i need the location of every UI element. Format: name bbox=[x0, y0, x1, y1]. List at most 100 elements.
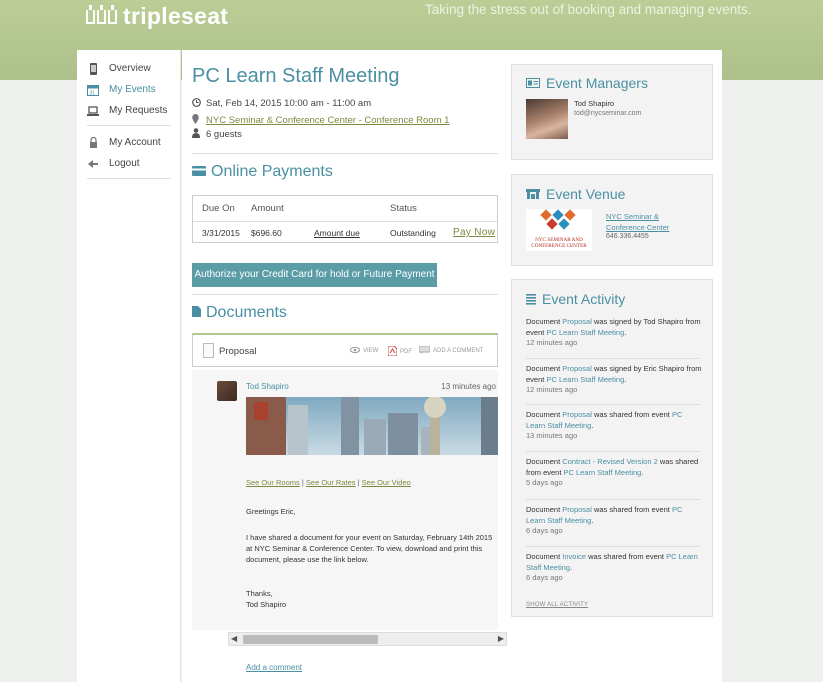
activity-document-link[interactable]: Proposal bbox=[562, 317, 592, 326]
activity-time: 13 minutes ago bbox=[526, 431, 578, 440]
activity-item: Document Proposal was signed by Eric Sha… bbox=[526, 364, 702, 396]
main-content: PC Learn Staff Meeting Sat, Feb 14, 2015… bbox=[182, 50, 510, 682]
manager-email[interactable]: tod@nycseminar.com bbox=[574, 110, 641, 117]
sidebar-item-my-requests[interactable]: My Requests bbox=[77, 100, 181, 121]
calendar-icon: 31 bbox=[87, 84, 99, 96]
brand-name: tripleseat bbox=[123, 3, 229, 29]
sidebar-item-overview[interactable]: Overview bbox=[77, 58, 181, 79]
activity-text-mid: was shared from event bbox=[591, 505, 672, 514]
see-our-video-link[interactable]: See Our Video bbox=[362, 478, 411, 487]
show-all-activity-link[interactable]: SHOW ALL ACTIVITY bbox=[526, 602, 588, 608]
activity-divider bbox=[526, 358, 700, 359]
document-row-proposal[interactable]: Proposal VIEW PDF ADD A COMMENT bbox=[192, 333, 498, 367]
activity-text-mid: was shared from event bbox=[586, 552, 667, 561]
event-venue-heading: Event Venue bbox=[526, 186, 625, 202]
card-title: Event Activity bbox=[542, 291, 626, 307]
right-column: Event Managers Tod Shapiro tod@nycsemina… bbox=[510, 50, 722, 682]
sidebar-item-my-account[interactable]: My Account bbox=[77, 132, 181, 153]
activity-event-link[interactable]: PC Learn Staff Meeting bbox=[546, 328, 624, 337]
divider bbox=[192, 294, 498, 295]
comment-greeting: Greetings Eric, bbox=[246, 507, 296, 516]
scroll-right-icon[interactable]: ▶ bbox=[498, 634, 504, 643]
link-separator: | bbox=[357, 478, 360, 487]
scrollbar-thumb[interactable] bbox=[243, 635, 378, 644]
activity-document-link[interactable]: Proposal bbox=[562, 505, 592, 514]
document-file-icon bbox=[203, 343, 214, 358]
manager-avatar bbox=[526, 99, 568, 139]
activity-time: 5 days ago bbox=[526, 478, 563, 487]
id-card-icon bbox=[526, 78, 540, 88]
payments-table: Due On Amount Status 3/31/2015 $696.60 A… bbox=[192, 195, 498, 243]
sidebar-divider bbox=[87, 178, 171, 179]
phone-icon bbox=[87, 62, 99, 75]
pdf-document-button[interactable]: PDF bbox=[387, 345, 412, 358]
pdf-label: PDF bbox=[400, 349, 412, 355]
horizontal-scrollbar[interactable]: ◀ ▶ bbox=[228, 632, 507, 646]
activity-item: Document Proposal was signed by Tod Shap… bbox=[526, 317, 702, 349]
sidebar: Overview 31 My Events My Requests My Acc… bbox=[77, 50, 181, 682]
laptop-icon bbox=[87, 105, 99, 117]
authorize-credit-card-button[interactable]: Authorize your Credit Card for hold or F… bbox=[192, 263, 437, 287]
sidebar-item-logout[interactable]: Logout bbox=[77, 153, 181, 174]
see-our-rates-link[interactable]: See Our Rates bbox=[306, 478, 356, 487]
section-title: Online Payments bbox=[211, 163, 333, 180]
scroll-left-icon[interactable]: ◀ bbox=[231, 634, 237, 643]
activity-document-link[interactable]: Contract - Revised Version 2 bbox=[562, 457, 657, 466]
add-a-comment-link[interactable]: Add a comment bbox=[246, 663, 302, 672]
pdf-icon bbox=[387, 345, 398, 358]
column-header-due-on: Due On bbox=[202, 203, 235, 214]
activity-divider bbox=[526, 546, 700, 547]
event-managers-heading: Event Managers bbox=[526, 75, 648, 91]
tripleseat-logo[interactable]: tripleseat bbox=[86, 3, 228, 30]
amount-due-link[interactable]: Amount due bbox=[314, 222, 360, 244]
see-our-rooms-link[interactable]: See Our Rooms bbox=[246, 478, 300, 487]
comment-time: 13 minutes ago bbox=[441, 382, 496, 391]
divider bbox=[192, 153, 498, 154]
activity-time: 12 minutes ago bbox=[526, 338, 578, 347]
activity-text-post: . bbox=[570, 562, 573, 572]
tagline: Taking the stress out of booking and man… bbox=[425, 2, 752, 17]
event-title: PC Learn Staff Meeting bbox=[192, 65, 400, 87]
activity-document-link[interactable]: Invoice bbox=[562, 552, 586, 561]
location-link[interactable]: NYC Seminar & Conference Center - Confer… bbox=[206, 115, 449, 126]
activity-text-post: . bbox=[591, 420, 594, 430]
activity-time: 6 days ago bbox=[526, 573, 563, 582]
document-icon bbox=[192, 304, 201, 322]
eye-icon bbox=[350, 346, 360, 355]
activity-text-pre: Document bbox=[526, 410, 563, 419]
event-datetime: Sat, Feb 14, 2015 10:00 am - 11:00 am bbox=[192, 98, 371, 109]
activity-divider bbox=[526, 499, 700, 500]
person-icon bbox=[192, 128, 202, 140]
add-comment-button[interactable]: ADD A COMMENT bbox=[418, 345, 484, 356]
pay-now-button[interactable]: Pay Now bbox=[453, 222, 495, 244]
sidebar-item-my-events[interactable]: 31 My Events bbox=[77, 79, 181, 100]
venue-name-link[interactable]: NYC Seminar & Conference Center bbox=[606, 211, 669, 233]
document-comment: Tod Shapiro 13 minutes ago See Our Rooms… bbox=[192, 370, 507, 646]
sidebar-divider bbox=[87, 125, 171, 126]
activity-event-link[interactable]: PC Learn Staff Meeting bbox=[546, 375, 624, 384]
lock-icon bbox=[87, 137, 99, 149]
activity-item: Document Proposal was shared from event … bbox=[526, 505, 702, 537]
activity-document-link[interactable]: Proposal bbox=[562, 364, 592, 373]
avatar bbox=[217, 381, 237, 401]
venue-name-line1: NYC Seminar & bbox=[606, 212, 659, 221]
sidebar-item-label: Logout bbox=[109, 158, 140, 169]
activity-document-link[interactable]: Proposal bbox=[562, 410, 592, 419]
event-managers-card: Event Managers Tod Shapiro tod@nycsemina… bbox=[511, 64, 713, 160]
view-document-button[interactable]: VIEW bbox=[350, 346, 378, 355]
comment-icon bbox=[418, 345, 431, 356]
event-activity-heading: Event Activity bbox=[526, 291, 625, 307]
activity-event-link[interactable]: PC Learn Staff Meeting bbox=[564, 468, 642, 477]
activity-divider bbox=[526, 404, 700, 405]
sidebar-item-label: Overview bbox=[109, 63, 151, 74]
activity-time: 6 days ago bbox=[526, 526, 563, 535]
link-separator: | bbox=[301, 478, 304, 487]
svg-text:31: 31 bbox=[90, 90, 96, 96]
online-payments-heading: Online Payments bbox=[192, 163, 333, 181]
activity-item: Document Invoice was shared from event P… bbox=[526, 552, 702, 584]
activity-item: Document Contract - Revised Version 2 wa… bbox=[526, 457, 702, 489]
view-label: VIEW bbox=[363, 347, 379, 354]
event-venue-card: Event Venue NYC SEMINAR AND CONFERENCE C… bbox=[511, 174, 713, 266]
add-comment-label: ADD A COMMENT bbox=[433, 348, 484, 354]
comment-links: See Our Rooms | See Our Rates | See Our … bbox=[246, 478, 411, 487]
